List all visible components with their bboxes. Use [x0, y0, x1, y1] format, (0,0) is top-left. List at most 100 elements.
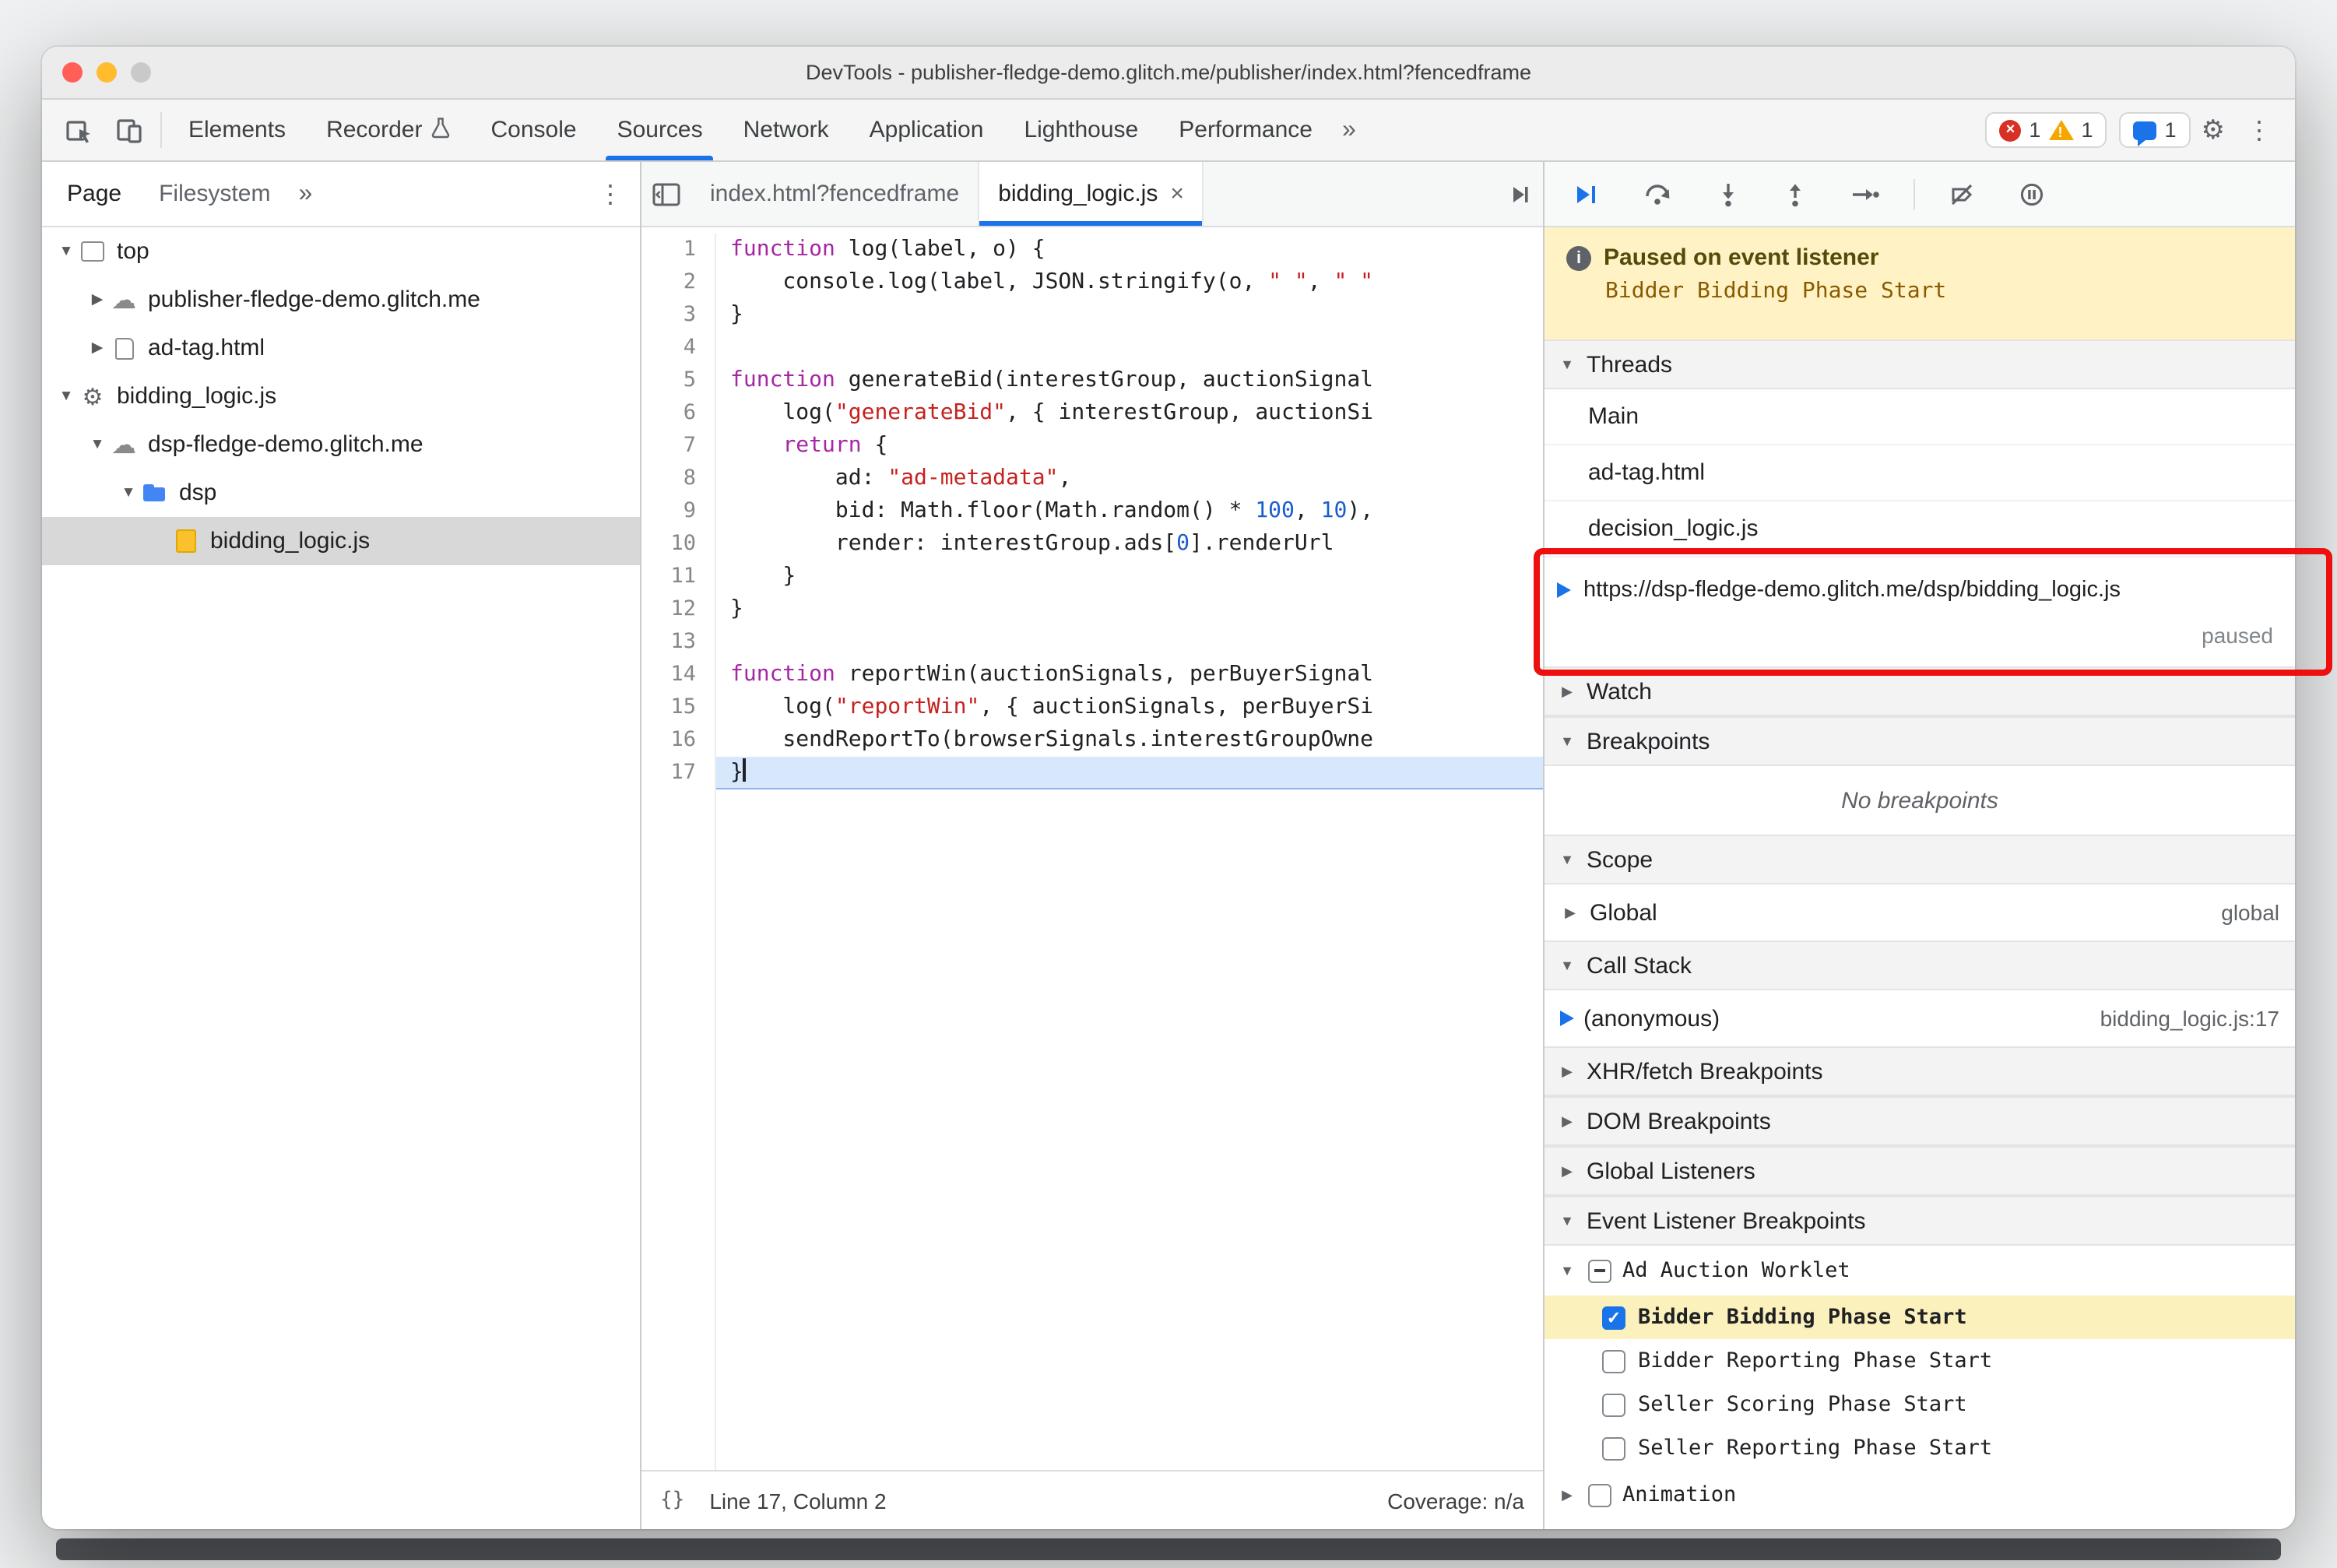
- disclosure-expanded-icon[interactable]: ▼: [54, 388, 78, 405]
- tree-item[interactable]: ▼ top: [42, 227, 640, 276]
- line-number[interactable]: 13: [641, 626, 716, 659]
- event-category[interactable]: ▶ Animation: [1545, 1470, 2295, 1520]
- line-number[interactable]: 2: [641, 266, 716, 299]
- more-panels-icon[interactable]: »: [1333, 100, 1365, 160]
- threads-section-header[interactable]: ▼ Threads: [1545, 339, 2295, 389]
- dom-breakpoints-section-header[interactable]: ▶ DOM Breakpoints: [1545, 1096, 2295, 1146]
- code-line[interactable]: 4: [641, 332, 1543, 364]
- code-line[interactable]: 9 bid: Math.floor(Math.random() * 100, 1…: [641, 495, 1543, 528]
- pause-on-exceptions-icon[interactable]: [2008, 181, 2055, 206]
- close-window-button[interactable]: [62, 62, 83, 83]
- tree-item[interactable]: ▶ ☁ publisher-fledge-demo.glitch.me: [42, 276, 640, 324]
- step-out-icon[interactable]: [1773, 181, 1817, 206]
- step-icon[interactable]: [1840, 183, 1890, 205]
- line-number[interactable]: 17: [641, 757, 716, 789]
- tab-recorder[interactable]: Recorder: [306, 100, 470, 160]
- event-category[interactable]: ▶Canvas: [1545, 1520, 2295, 1529]
- line-number[interactable]: 8: [641, 462, 716, 495]
- issues-pill[interactable]: 1: [2119, 112, 2191, 148]
- tab-performance[interactable]: Performance: [1158, 100, 1333, 160]
- zoom-window-button[interactable]: [131, 62, 151, 83]
- line-number[interactable]: 1: [641, 234, 716, 266]
- line-number[interactable]: 14: [641, 659, 716, 691]
- line-number[interactable]: 16: [641, 724, 716, 757]
- code-line[interactable]: 6 log("generateBid", { interestGroup, au…: [641, 397, 1543, 430]
- device-toolbar-icon[interactable]: [104, 100, 154, 160]
- tab-application[interactable]: Application: [849, 100, 1004, 160]
- code-line[interactable]: 11 }: [641, 561, 1543, 593]
- close-tab-icon[interactable]: ×: [1170, 181, 1184, 207]
- code-line[interactable]: 16 sendReportTo(browserSignals.interestG…: [641, 724, 1543, 757]
- line-number[interactable]: 4: [641, 332, 716, 364]
- step-into-icon[interactable]: [1706, 181, 1750, 206]
- inspect-icon[interactable]: [54, 100, 104, 160]
- menu-kebab-icon[interactable]: ⋮: [2236, 114, 2283, 146]
- tree-item[interactable]: bidding_logic.js: [42, 517, 640, 565]
- editor-tab-index-html-fencedframe[interactable]: index.html?fencedframe: [691, 162, 980, 226]
- resume-icon[interactable]: [1563, 181, 1610, 206]
- code-line[interactable]: 7 return {: [641, 430, 1543, 462]
- event-breakpoint[interactable]: Bidder Reporting Phase Start: [1545, 1339, 2295, 1383]
- line-number[interactable]: 6: [641, 397, 716, 430]
- checkbox-unchecked[interactable]: [1602, 1349, 1625, 1373]
- thread-item[interactable]: decision_logic.js: [1545, 501, 2295, 557]
- code-line[interactable]: 10 render: interestGroup.ads[0].renderUr…: [641, 528, 1543, 561]
- line-number[interactable]: 10: [641, 528, 716, 561]
- disclosure-expanded-icon[interactable]: ▼: [54, 243, 78, 260]
- checkbox-checked[interactable]: ✓: [1602, 1306, 1625, 1329]
- step-over-icon[interactable]: [1633, 182, 1683, 206]
- console-status-pill[interactable]: × 1 1: [1985, 112, 2107, 148]
- checkbox-unchecked[interactable]: [1602, 1436, 1625, 1460]
- line-number[interactable]: 9: [641, 495, 716, 528]
- disclosure-collapsed-icon[interactable]: ▶: [86, 291, 109, 308]
- call-stack-frame-row[interactable]: (anonymous) bidding_logic.js:17: [1545, 990, 2295, 1046]
- code-line[interactable]: 1 function log(label, o) {: [641, 234, 1543, 266]
- code-line[interactable]: 8 ad: "ad-metadata",: [641, 462, 1543, 495]
- disclosure-expanded-icon[interactable]: ▼: [86, 436, 109, 453]
- thread-item[interactable]: Main: [1545, 389, 2295, 445]
- code-line[interactable]: 13: [641, 626, 1543, 659]
- line-number[interactable]: 5: [641, 364, 716, 397]
- line-number[interactable]: 15: [641, 691, 716, 724]
- line-number[interactable]: 7: [641, 430, 716, 462]
- tab-elements[interactable]: Elements: [168, 100, 306, 160]
- next-editor-icon[interactable]: [1496, 162, 1543, 226]
- global-listeners-section-header[interactable]: ▶ Global Listeners: [1545, 1146, 2295, 1196]
- editor-tab-bidding-logic-js[interactable]: bidding_logic.js ×: [979, 162, 1204, 226]
- tree-item[interactable]: ▼ ⚙ bidding_logic.js: [42, 372, 640, 420]
- code-line[interactable]: 3}: [641, 299, 1543, 332]
- settings-gear-icon[interactable]: ⚙: [2191, 114, 2237, 146]
- tree-item[interactable]: ▼ ☁ dsp-fledge-demo.glitch.me: [42, 420, 640, 469]
- scope-global-row[interactable]: ▶ Global global: [1545, 884, 2295, 940]
- disclosure-collapsed-icon[interactable]: ▶: [86, 339, 109, 357]
- navigator-tab-filesystem[interactable]: Filesystem: [140, 162, 289, 226]
- tab-console[interactable]: Console: [470, 100, 596, 160]
- code-editor[interactable]: 1 function log(label, o) {2 console.log(l…: [641, 227, 1543, 1470]
- event-breakpoint[interactable]: ✓ Bidder Bidding Phase Start: [1545, 1296, 2295, 1339]
- event-category[interactable]: ▼ Ad Auction Worklet: [1545, 1246, 2295, 1296]
- code-line[interactable]: 17}: [641, 757, 1543, 789]
- disclosure-collapsed-icon[interactable]: ▶: [1557, 1486, 1577, 1503]
- checkbox-unchecked[interactable]: [1588, 1483, 1611, 1506]
- xhr-breakpoints-section-header[interactable]: ▶ XHR/fetch Breakpoints: [1545, 1046, 2295, 1096]
- more-navigator-tabs-icon[interactable]: »: [289, 180, 322, 208]
- checkbox-unchecked[interactable]: [1602, 1393, 1625, 1416]
- scope-section-header[interactable]: ▼ Scope: [1545, 835, 2295, 884]
- tab-network[interactable]: Network: [723, 100, 849, 160]
- code-line[interactable]: 5 function generateBid(interestGroup, auc…: [641, 364, 1543, 397]
- tab-lighthouse[interactable]: Lighthouse: [1003, 100, 1158, 160]
- line-number[interactable]: 12: [641, 593, 716, 626]
- event-breakpoint[interactable]: Seller Reporting Phase Start: [1545, 1426, 2295, 1470]
- code-line[interactable]: 15 log("reportWin", { auctionSignals, pe…: [641, 691, 1543, 724]
- thread-item-current[interactable]: https://dsp-fledge-demo.glitch.me/dsp/bi…: [1545, 557, 2295, 666]
- toggle-navigator-icon[interactable]: [641, 162, 691, 226]
- line-number[interactable]: 11: [641, 561, 716, 593]
- call-stack-section-header[interactable]: ▼ Call Stack: [1545, 940, 2295, 990]
- disclosure-expanded-icon[interactable]: ▼: [1557, 1263, 1577, 1278]
- disclosure-expanded-icon[interactable]: ▼: [117, 484, 140, 501]
- tree-item[interactable]: ▶ ad-tag.html: [42, 324, 640, 372]
- code-line[interactable]: 12}: [641, 593, 1543, 626]
- tree-item[interactable]: ▼ dsp: [42, 469, 640, 517]
- navigator-menu-kebab-icon[interactable]: ⋮: [587, 178, 634, 209]
- minimize-window-button[interactable]: [97, 62, 117, 83]
